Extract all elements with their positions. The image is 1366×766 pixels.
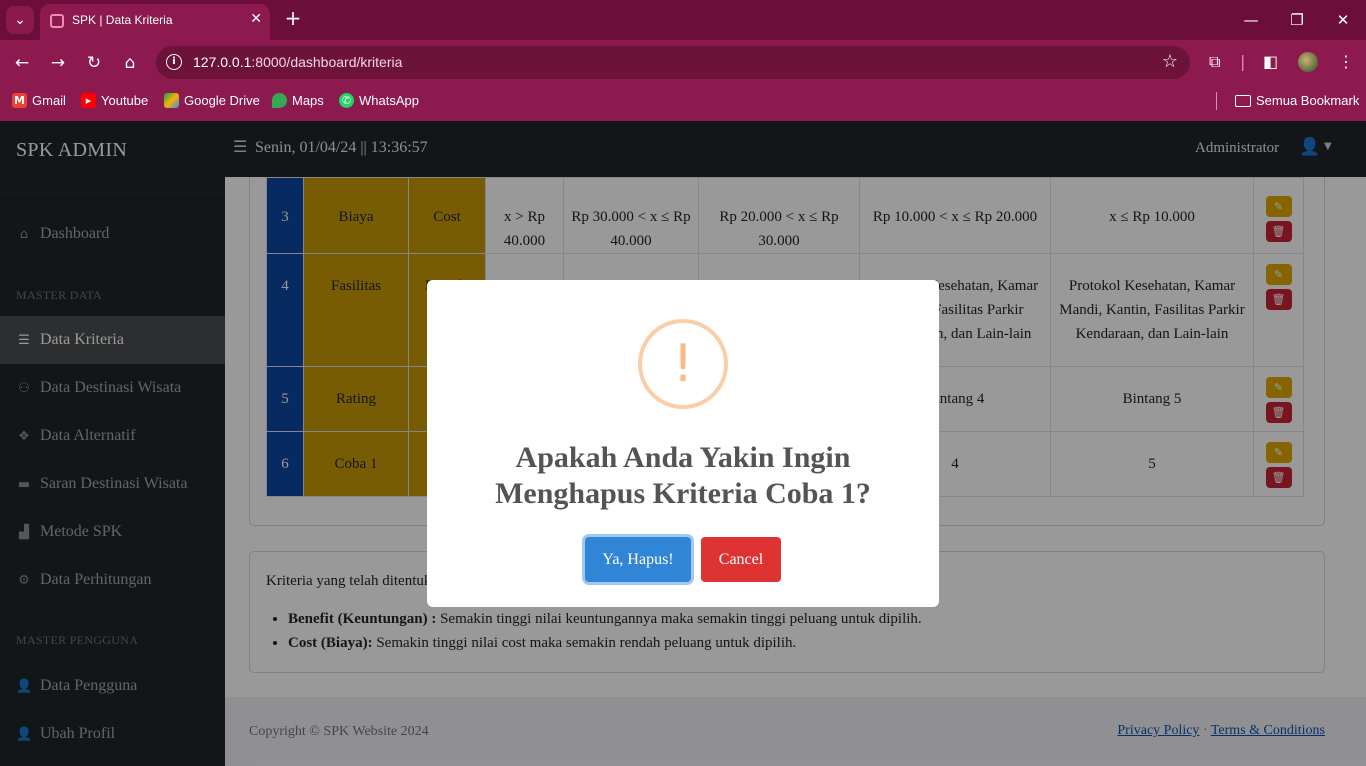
restore-button[interactable]: ❐ — [1282, 8, 1312, 32]
home-button[interactable]: ⌂ — [117, 50, 143, 76]
google-drive-icon — [164, 93, 179, 108]
browser-tab[interactable]: SPK | Data Kriteria ✕ — [40, 4, 270, 40]
minimize-button[interactable]: — — [1236, 8, 1266, 32]
confirm-delete-dialog: ! Apakah Anda Yakin Ingin Menghapus Krit… — [427, 280, 939, 607]
bookmark-whatsapp[interactable]: ✆ WhatsApp — [339, 93, 419, 108]
folder-icon — [1235, 94, 1251, 107]
youtube-icon: ▸ — [81, 93, 96, 108]
browser-tabstrip: ⌄ SPK | Data Kriteria ✕ + — ❐ ✕ — [0, 0, 1366, 40]
address-bar[interactable]: i 127.0.0.1:8000/dashboard/kriteria ☆ — [156, 46, 1190, 79]
close-window-button[interactable]: ✕ — [1328, 8, 1358, 32]
tab-title: SPK | Data Kriteria — [72, 13, 173, 27]
confirm-delete-button[interactable]: Ya, Hapus! — [585, 537, 691, 582]
favicon-icon — [50, 14, 64, 28]
profile-avatar[interactable] — [1298, 52, 1318, 72]
bookmark-maps[interactable]: Maps — [272, 93, 324, 108]
site-info-icon[interactable]: i — [166, 54, 182, 70]
forward-button[interactable]: → — [45, 50, 71, 76]
tab-close-icon[interactable]: ✕ — [250, 11, 262, 27]
maps-icon — [272, 93, 287, 108]
back-button[interactable]: ← — [9, 50, 35, 76]
bookmarks-divider — [1216, 92, 1217, 110]
reload-button[interactable]: ↻ — [81, 50, 107, 76]
bookmark-google-drive[interactable]: Google Drive — [164, 93, 260, 108]
side-panel-icon[interactable]: ◧ — [1263, 52, 1278, 71]
bookmark-star-icon[interactable]: ☆ — [1162, 51, 1178, 72]
extensions-icon[interactable]: ⧉ — [1209, 52, 1220, 72]
whatsapp-icon: ✆ — [339, 93, 354, 108]
browser-menu-icon[interactable]: ⋮ — [1338, 52, 1354, 71]
all-bookmarks-folder[interactable]: Semua Bookmark — [1235, 93, 1359, 108]
new-tab-button[interactable]: + — [282, 6, 304, 32]
browser-toolbar: ← → ↻ ⌂ i 127.0.0.1:8000/dashboard/krite… — [0, 40, 1366, 85]
bookmarks-bar: M Gmail ▸ Youtube Google Drive Maps ✆ Whats… — [0, 85, 1366, 121]
tab-search-button[interactable]: ⌄ — [6, 6, 34, 34]
warning-icon: ! — [638, 319, 728, 409]
gmail-icon: M — [12, 93, 27, 108]
dialog-title: Apakah Anda Yakin Ingin Menghapus Kriter… — [495, 441, 871, 510]
bookmark-youtube[interactable]: ▸ Youtube — [81, 93, 148, 108]
url-text: 127.0.0.1:8000/dashboard/kriteria — [193, 54, 403, 70]
bookmark-gmail[interactable]: M Gmail — [12, 93, 66, 108]
toolbar-divider: | — [1240, 52, 1246, 71]
cancel-button[interactable]: Cancel — [701, 537, 781, 582]
